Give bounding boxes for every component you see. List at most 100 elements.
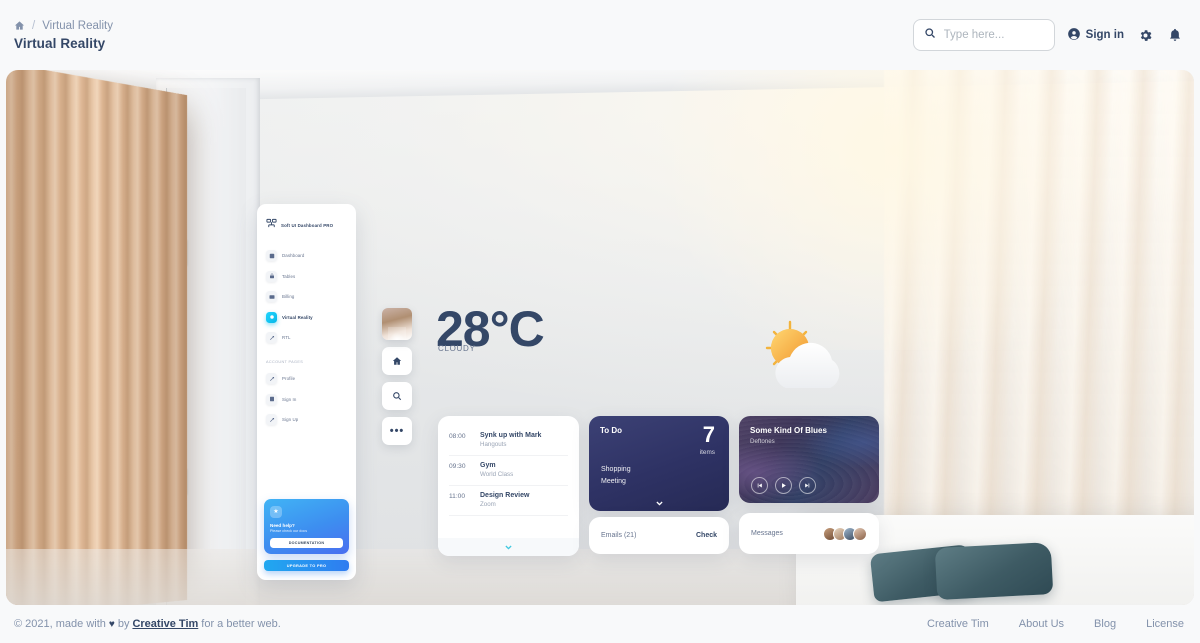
messages-avatar-group[interactable] — [823, 526, 867, 541]
bell-icon[interactable] — [1166, 26, 1184, 44]
vr-sidebar-brand-label: Soft UI Dashboard PRO — [281, 222, 334, 228]
todo-card: To Do 7 items Shopping Meeting — [589, 416, 729, 511]
breadcrumb-separator: / — [32, 19, 36, 32]
sidebar-item-label: Dashboard — [282, 253, 305, 258]
home-icon[interactable] — [14, 20, 25, 31]
page-title: Virtual Reality — [14, 35, 106, 51]
chevron-down-icon[interactable] — [589, 499, 729, 508]
top-navbar: / Virtual Reality Virtual Reality Sign i… — [0, 0, 1200, 70]
profile-icon — [266, 373, 277, 384]
schedule-title: Design Review — [480, 492, 530, 499]
sidebar-item-label: Sign Up — [282, 417, 299, 422]
search-input[interactable] — [943, 29, 1044, 41]
schedule-row[interactable]: 11:00 Design Review Zoom — [449, 486, 568, 516]
sidebar-item-sign-up[interactable]: Sign Up — [264, 413, 349, 426]
next-track-button[interactable] — [799, 477, 816, 494]
schedule-row[interactable]: 09:30 Gym World Class — [449, 456, 568, 486]
home-icon[interactable] — [382, 347, 412, 375]
emails-card: Emails (21) Check — [589, 517, 729, 554]
heart-icon: ♥ — [108, 618, 115, 630]
dashboard-icon — [266, 250, 277, 261]
sidebar-item-dashboard[interactable]: Dashboard — [264, 249, 349, 262]
weather-condition: CLOUDY — [438, 344, 476, 353]
play-button[interactable] — [775, 477, 792, 494]
messages-label: Messages — [751, 530, 783, 537]
virtual-reality-stage: Soft UI Dashboard PRO Dashboard Tables B… — [6, 70, 1194, 605]
wooden-slat-wall-shading — [6, 70, 188, 605]
floating-action-rail: ••• — [382, 308, 412, 445]
virtual-reality-icon — [266, 311, 277, 323]
schedule-time: 09:30 — [449, 462, 466, 470]
emails-check-link[interactable]: Check — [696, 532, 717, 539]
search-box[interactable] — [912, 19, 1055, 51]
schedule-subtitle: World Class — [480, 471, 514, 478]
soft-ui-logo-icon — [266, 216, 277, 234]
sidebar-item-virtual-reality[interactable]: Virtual Reality — [264, 311, 349, 324]
schedule-time: 08:00 — [449, 432, 466, 440]
schedule-row[interactable]: 08:00 Synk up with Mark Hangouts — [449, 426, 568, 456]
footer-link-about-us[interactable]: About Us — [1019, 618, 1064, 630]
sidebar-help-card: ★ Need help? Please check our docs DOCUM… — [264, 498, 349, 554]
page-footer: © 2021, made with ♥ by Creative Tim for … — [0, 605, 1200, 643]
window-light-glow — [634, 70, 1154, 350]
todo-count-label: items — [699, 449, 715, 456]
todo-item[interactable]: Shopping — [601, 466, 631, 473]
vr-sidebar-brand[interactable]: Soft UI Dashboard PRO — [264, 213, 349, 234]
footer-link-blog[interactable]: Blog — [1094, 618, 1116, 630]
sidebar-item-sign-in[interactable]: Sign In — [264, 393, 349, 406]
sidebar-item-label: Billing — [282, 294, 295, 299]
sign-up-icon — [266, 414, 277, 425]
schedule-subtitle: Zoom — [480, 501, 496, 508]
sidebar-item-label: RTL — [282, 335, 291, 340]
documentation-button[interactable]: DOCUMENTATION — [270, 538, 343, 548]
billing-icon — [266, 291, 277, 302]
search-icon[interactable] — [382, 382, 412, 410]
sidebar-item-label: Sign In — [282, 396, 297, 402]
avatar[interactable] — [853, 526, 867, 541]
music-artist: Deftones — [750, 437, 775, 445]
sidebar-item-rtl[interactable]: RTL — [264, 331, 349, 344]
sign-in-icon — [266, 393, 277, 405]
footer-copyright: © 2021, made with ♥ by Creative Tim for … — [14, 618, 281, 630]
upgrade-to-pro-button[interactable]: UPGRADE TO PRO — [264, 560, 349, 571]
sign-in-button[interactable]: Sign in — [1067, 27, 1124, 44]
chevron-down-icon[interactable] — [438, 538, 579, 556]
vr-dashboard-sidebar: Soft UI Dashboard PRO Dashboard Tables B… — [257, 204, 356, 580]
footer-links: Creative Tim About Us Blog License — [927, 618, 1184, 630]
avatar[interactable] — [382, 308, 412, 340]
vr-sidebar-nav: Dashboard Tables Billing Virtual Reality… — [264, 249, 349, 426]
sidebar-item-profile[interactable]: Profile — [264, 372, 349, 385]
messages-card: Messages — [739, 513, 879, 554]
footer-link-license[interactable]: License — [1146, 618, 1184, 630]
footer-author-link[interactable]: Creative Tim — [132, 618, 198, 630]
sun-behind-cloud-icon — [758, 310, 868, 410]
navbar-right: Sign in — [912, 19, 1184, 51]
sidebar-item-tables[interactable]: Tables — [264, 270, 349, 283]
gear-icon[interactable] — [1136, 26, 1154, 44]
sidebar-item-label: Tables — [282, 273, 296, 279]
previous-track-button[interactable] — [751, 477, 768, 494]
footer-copyright-prefix: © 2021, made with — [14, 618, 106, 630]
music-player-card: Some Kind Of Blues Deftones — [739, 416, 879, 503]
schedule-title: Synk up with Mark — [480, 432, 542, 439]
footer-link-creative-tim[interactable]: Creative Tim — [927, 618, 989, 630]
emails-label: Emails (21) — [601, 532, 637, 539]
help-card-subtitle: Please check our docs — [270, 529, 308, 533]
footer-copyright-suffix: for a better web. — [201, 618, 281, 630]
sidebar-item-billing[interactable]: Billing — [264, 290, 349, 303]
sidebar-item-label: Profile — [282, 376, 296, 381]
schedule-time: 11:00 — [449, 492, 466, 500]
todo-title: To Do — [600, 426, 623, 435]
schedule-subtitle: Hangouts — [480, 441, 507, 448]
music-track-title: Some Kind Of Blues — [750, 426, 827, 435]
footer-by: by — [117, 618, 130, 630]
help-card-title: Need help? — [270, 522, 295, 528]
star-icon: ★ — [270, 505, 282, 518]
breadcrumb-current[interactable]: Virtual Reality — [42, 20, 113, 32]
search-icon — [924, 26, 936, 44]
navbar-left: / Virtual Reality Virtual Reality — [14, 20, 113, 51]
todo-item[interactable]: Meeting — [601, 478, 626, 485]
sign-in-label: Sign in — [1085, 29, 1124, 41]
breadcrumb: / Virtual Reality — [14, 20, 113, 32]
more-horizontal-icon[interactable]: ••• — [382, 417, 412, 445]
